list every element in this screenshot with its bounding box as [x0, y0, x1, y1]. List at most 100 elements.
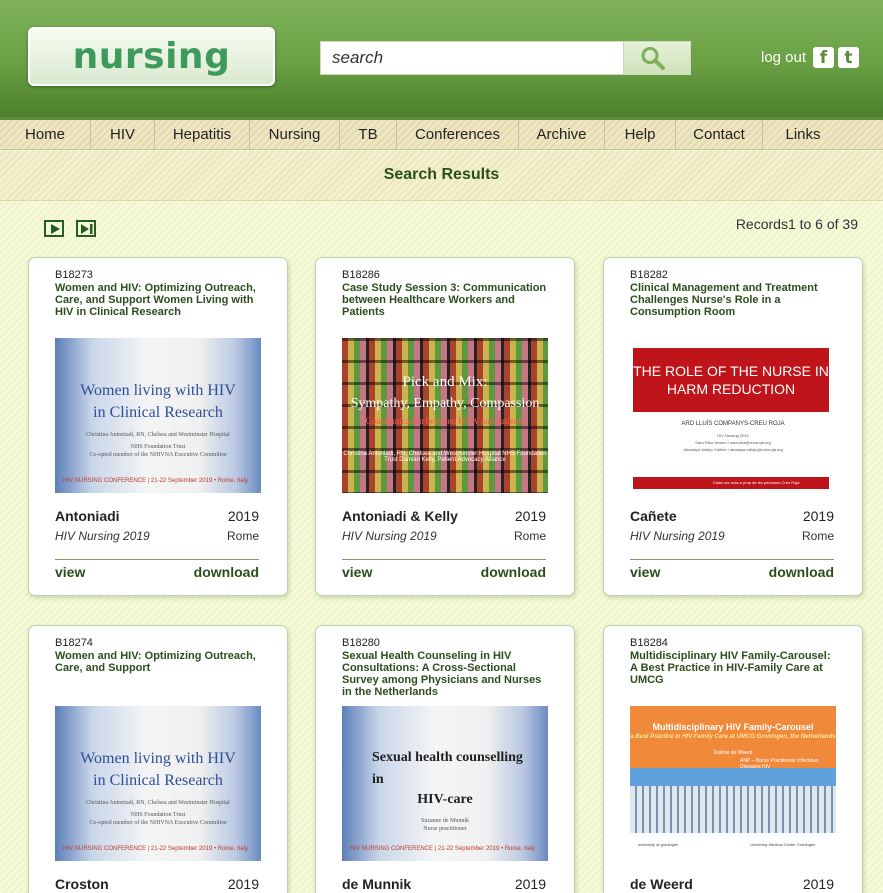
divider [55, 559, 259, 560]
record-id: B18273 [55, 269, 93, 281]
year: 2019 [227, 876, 259, 892]
thumb-line: Communication between HCW and patients [365, 416, 525, 426]
result-card: B18286 Case Study Session 3: Communicati… [315, 257, 575, 596]
download-link[interactable]: download [481, 564, 546, 580]
record-id: B18282 [630, 269, 668, 281]
facebook-icon[interactable]: f [813, 47, 834, 68]
result-card: B18282 Clinical Management and Treatment… [603, 257, 863, 596]
nav-item-home[interactable]: Home [0, 120, 91, 150]
author: Antoniadi [55, 508, 120, 524]
record-id: B18280 [342, 637, 380, 649]
presentation-thumbnail[interactable]: Women living with HIV in Clinical Resear… [55, 706, 261, 861]
nav-item-contact[interactable]: Contact [676, 120, 763, 150]
thumb-line: ARD LLUÍS COMPANYS-CREU ROJA [681, 421, 785, 427]
nav-item-conferences[interactable]: Conferences [397, 120, 519, 150]
view-link[interactable]: view [55, 564, 85, 580]
thumb-footer: HIV NURSING CONFERENCE | 21-22 September… [350, 846, 536, 852]
thumb-line: in Clinical Research [93, 772, 223, 789]
thumb-line: HIV-care [417, 792, 473, 807]
record-title[interactable]: Case Study Session 3: Communication betw… [342, 282, 552, 318]
thumb-line: in Clinical Research [93, 404, 223, 421]
divider [630, 559, 834, 560]
author: de Weerd [630, 876, 693, 892]
nav-item-nursing[interactable]: Nursing [250, 120, 340, 150]
thumb-line: Pick and Mix: [402, 374, 488, 390]
thumb-line: Co-opted member of the NHIVNA Executive … [89, 452, 227, 458]
record-title[interactable]: Women and HIV: Optimizing Outreach, Care… [55, 650, 265, 674]
thumb-line: HARM REDUCTION [666, 381, 796, 397]
thumb-line: NHS Foundation Trust [130, 444, 186, 450]
thumb-line: Christina Antoniadi, RN, Chelsea and Wes… [86, 432, 230, 438]
result-card: B18284 Multidisciplinary HIV Family-Caro… [603, 625, 863, 893]
search-icon [641, 47, 665, 70]
nav-item-hepatitis[interactable]: Hepatitis [155, 120, 250, 150]
thumb-footer: HIV NURSING CONFERENCE | 21-22 September… [63, 478, 249, 484]
year: 2019 [514, 876, 546, 892]
play-icon [51, 224, 60, 234]
thumb-line: Christina Antoniadi, RN, Chelsea and Wes… [343, 451, 547, 463]
search-button[interactable] [623, 42, 690, 74]
year: 2019 [802, 508, 834, 524]
site-header: nursing log out f t [0, 0, 883, 120]
last-page-button[interactable] [76, 220, 96, 237]
year: 2019 [802, 876, 834, 892]
thumb-line: NHS Foundation Trust [130, 812, 186, 818]
nav-item-archive[interactable]: Archive [519, 120, 605, 150]
author: Croston [55, 876, 109, 892]
site-logo[interactable]: nursing [28, 27, 275, 86]
thumb-line: Christina Antoniadi, RN, Chelsea and Wes… [86, 800, 230, 806]
result-card: B18273 Women and HIV: Optimizing Outreac… [28, 257, 288, 596]
record-title[interactable]: Clinical Management and Treatment Challe… [630, 282, 840, 318]
thumb-line: in [372, 772, 384, 787]
logout-link[interactable]: log out [761, 49, 806, 66]
presentation-thumbnail[interactable]: THE ROLE OF THE NURSE IN HARM REDUCTION … [630, 338, 836, 493]
nav-item-help[interactable]: Help [605, 120, 676, 150]
presentation-thumbnail[interactable]: Sexual health counselling in HIV-care Su… [342, 706, 548, 861]
result-card: B18280 Sexual Health Counseling in HIV C… [315, 625, 575, 893]
location: Rome [226, 529, 259, 543]
author: Cañete [630, 508, 677, 524]
thumb-line: Sara Rika Venero / sara.rika@creuroja.or… [695, 440, 771, 445]
search-bar [320, 41, 691, 75]
thumb-line: Co-opted member of the NHIVNA Executive … [89, 820, 227, 826]
nav-item-tb[interactable]: TB [340, 120, 397, 150]
record-id: B18286 [342, 269, 380, 281]
year: 2019 [514, 508, 546, 524]
twitter-icon[interactable]: t [838, 47, 859, 68]
presentation-thumbnail[interactable]: Pick and Mix: Sympathy, Empathy, Compass… [342, 338, 548, 493]
thumb-line: THE ROLE OF THE NURSE IN [633, 363, 829, 379]
divider [342, 559, 546, 560]
thumb-line: Doléne de Weerd [713, 750, 753, 756]
main-nav: Home HIV Hepatitis Nursing TB Conference… [0, 120, 883, 150]
location: Rome [801, 529, 834, 543]
thumb-line: Women living with HIV [80, 382, 236, 399]
record-title[interactable]: Multidisciplinary HIV Family-Carousel: A… [630, 650, 840, 686]
conference: HIV Nursing 2019 [55, 529, 150, 543]
nav-item-hiv[interactable]: HIV [91, 120, 155, 150]
nav-item-links[interactable]: Links [763, 120, 843, 150]
view-link[interactable]: view [630, 564, 660, 580]
record-title[interactable]: Sexual Health Counseling in HIV Consulta… [342, 650, 552, 698]
presentation-thumbnail[interactable]: Women living with HIV in Clinical Resear… [55, 338, 261, 493]
record-id: B18284 [630, 637, 668, 649]
thumb-line: Suzanne de Munnik [421, 818, 469, 824]
thumb-line: Multidisciplinary HIV Family-Carousel [652, 722, 814, 732]
record-title[interactable]: Women and HIV: Optimizing Outreach, Care… [55, 282, 265, 318]
next-page-button[interactable] [44, 220, 64, 237]
thumb-line: a Best Practice in HIV-Family Care at UM… [630, 734, 836, 740]
logo-strip: university of groningen University Medic… [630, 833, 836, 861]
thumb-line: Sympathy, Empathy, Compassion [350, 396, 540, 411]
thumb-line: Women living with HIV [80, 750, 236, 767]
download-link[interactable]: download [194, 564, 259, 580]
presentation-thumbnail[interactable]: Multidisciplinary HIV Family-Carousel a … [630, 706, 836, 861]
search-input[interactable] [321, 42, 624, 74]
records-count: Records1 to 6 of 39 [735, 216, 858, 232]
view-link[interactable]: view [342, 564, 372, 580]
year: 2019 [227, 508, 259, 524]
skip-end-icon [81, 224, 93, 234]
thumb-line: Nurse practitioner [423, 826, 467, 832]
sky-strip [630, 768, 836, 786]
result-card: B18274 Women and HIV: Optimizing Outreac… [28, 625, 288, 893]
author: de Munnik [342, 876, 412, 892]
download-link[interactable]: download [769, 564, 834, 580]
